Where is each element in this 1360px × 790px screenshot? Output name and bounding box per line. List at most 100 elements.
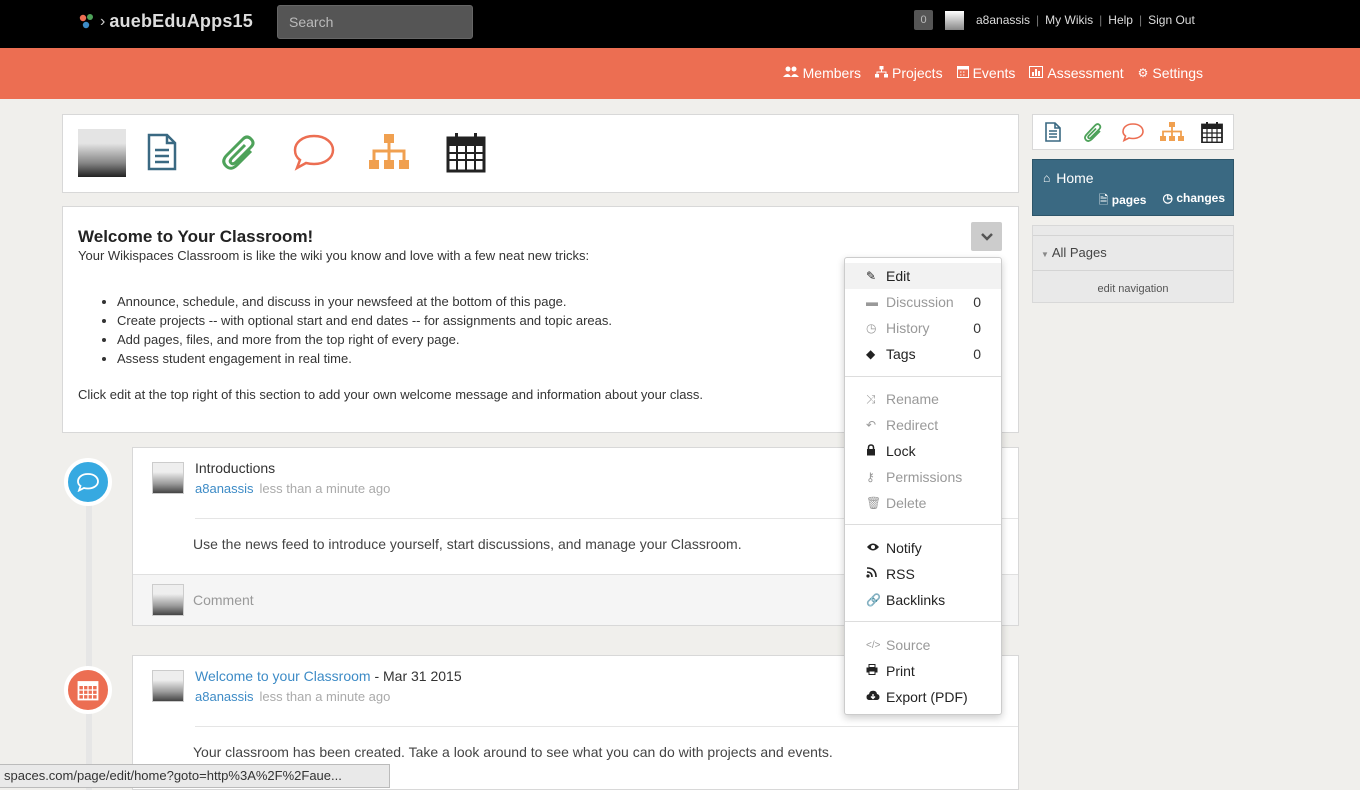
separator: | bbox=[1036, 13, 1040, 27]
feed-title[interactable]: Introductions bbox=[195, 460, 275, 476]
nav-assessment[interactable]: Assessment bbox=[1029, 65, 1124, 81]
brand[interactable]: › auebEduApps15 bbox=[78, 11, 253, 32]
menu-item-label: Delete bbox=[886, 495, 927, 511]
username-link[interactable]: a8anassis bbox=[976, 13, 1030, 27]
menu-item-export-pdf[interactable]: Export (PDF) bbox=[845, 684, 1001, 710]
paperclip-icon[interactable] bbox=[1083, 122, 1103, 145]
discussion-feed-icon bbox=[64, 458, 112, 506]
page-icon: 🗎 bbox=[1098, 193, 1109, 207]
avatar bbox=[152, 584, 184, 616]
events-icon bbox=[956, 65, 969, 81]
pages-label: pages bbox=[1111, 193, 1147, 207]
avatar[interactable] bbox=[945, 10, 964, 30]
feed-title: Welcome to your Classroom - Mar 31 2015 bbox=[195, 668, 462, 684]
pages-link[interactable]: 🗎 pages bbox=[1099, 191, 1147, 212]
nav-projects[interactable]: Projects bbox=[875, 65, 943, 81]
nav-settings[interactable]: ⚙ Settings bbox=[1138, 65, 1203, 81]
all-pages-toggle[interactable]: ▼ All Pages bbox=[1033, 235, 1233, 271]
feed-user-link[interactable]: a8anassis bbox=[195, 689, 254, 704]
calendar-icon[interactable] bbox=[1201, 122, 1223, 146]
menu-item-backlinks[interactable]: 🔗 Backlinks bbox=[845, 587, 1001, 613]
nav-events[interactable]: Events bbox=[956, 65, 1016, 81]
my-wikis-link[interactable]: My Wikis bbox=[1045, 13, 1093, 27]
quick-add-panel bbox=[62, 114, 1019, 193]
edit-navigation-link[interactable]: edit navigation bbox=[1033, 283, 1233, 295]
sitemap-icon[interactable] bbox=[1160, 122, 1184, 145]
menu-item-lock[interactable]: Lock bbox=[845, 438, 1001, 464]
search-input[interactable] bbox=[277, 5, 473, 39]
changes-link[interactable]: ◷ changes bbox=[1162, 191, 1225, 212]
speech-bubble-icon[interactable] bbox=[1121, 122, 1145, 145]
divider bbox=[845, 621, 1001, 622]
nav-events-label: Events bbox=[972, 65, 1016, 81]
all-pages-label: All Pages bbox=[1051, 245, 1107, 260]
welcome-intro: Your Wikispaces Classroom is like the wi… bbox=[78, 248, 590, 263]
menu-item-label: Print bbox=[886, 663, 915, 679]
home-icon: ⌂ bbox=[1043, 171, 1051, 185]
sidebar-navigation: ▼ All Pages edit navigation bbox=[1032, 225, 1234, 303]
sidebar-quick-add bbox=[1032, 114, 1234, 150]
paperclip-icon[interactable] bbox=[221, 133, 257, 176]
comments-icon: ▬ bbox=[866, 295, 878, 309]
page-icon[interactable] bbox=[1045, 122, 1061, 145]
shuffle-icon: ⤨ bbox=[866, 391, 876, 406]
notification-count[interactable]: 0 bbox=[914, 10, 933, 30]
eye-icon bbox=[866, 541, 886, 555]
avatar[interactable] bbox=[152, 462, 184, 494]
menu-item-rss[interactable]: RSS bbox=[845, 561, 1001, 587]
sidebar-home-link[interactable]: ⌂ Home bbox=[1043, 170, 1094, 186]
wikispaces-logo-icon bbox=[79, 13, 93, 28]
page-actions-menu: ✎ Edit ▬ Discussion 0 ◷ History 0 ◆ Tags 0 ⤨ Ren… bbox=[844, 257, 1002, 715]
menu-item-label: Permissions bbox=[886, 469, 963, 485]
menu-item-delete[interactable]: 🗑 Delete bbox=[845, 490, 1001, 516]
divider bbox=[195, 726, 1018, 727]
comment-input[interactable]: Comment bbox=[193, 592, 254, 608]
sidebar-home-box: ⌂ Home 🗎 pages ◷ changes bbox=[1032, 159, 1234, 216]
menu-item-label: Edit bbox=[886, 268, 911, 284]
calendar-icon[interactable] bbox=[446, 133, 486, 176]
menu-item-notify[interactable]: Notify bbox=[845, 535, 1001, 561]
members-icon bbox=[782, 66, 799, 81]
menu-item-print[interactable]: Print bbox=[845, 658, 1001, 684]
rss-icon bbox=[866, 567, 886, 581]
pencil-icon: ✎ bbox=[866, 269, 877, 283]
speech-bubble-icon[interactable] bbox=[292, 133, 336, 174]
settings-icon: ⚙ bbox=[1137, 66, 1149, 80]
welcome-title: Welcome to Your Classroom! bbox=[78, 227, 314, 246]
menu-item-history[interactable]: ◷ History 0 bbox=[845, 315, 1001, 341]
menu-item-tags[interactable]: ◆ Tags 0 bbox=[845, 341, 1001, 367]
menu-item-label: RSS bbox=[886, 566, 915, 582]
menu-item-rename[interactable]: ⤨ Rename bbox=[845, 386, 1001, 412]
menu-item-label: Export (PDF) bbox=[886, 689, 968, 705]
sign-out-link[interactable]: Sign Out bbox=[1148, 13, 1195, 27]
sitemap-icon[interactable] bbox=[368, 133, 410, 174]
nav-members-label: Members bbox=[802, 65, 861, 81]
divider bbox=[845, 524, 1001, 525]
page-icon[interactable] bbox=[147, 133, 177, 174]
event-link[interactable]: Welcome to your Classroom bbox=[195, 668, 371, 684]
clock-icon: ◷ bbox=[1162, 191, 1173, 205]
wiki-thumbnail[interactable] bbox=[78, 129, 126, 177]
menu-item-edit[interactable]: ✎ Edit bbox=[845, 263, 1001, 289]
trash-icon: 🗑 bbox=[866, 496, 882, 510]
section-menu-button[interactable] bbox=[971, 222, 1002, 251]
menu-item-source[interactable]: </> Source bbox=[845, 632, 1001, 658]
event-date: - Mar 31 2015 bbox=[370, 668, 462, 684]
menu-item-discussion[interactable]: ▬ Discussion 0 bbox=[845, 289, 1001, 315]
separator: | bbox=[1099, 13, 1103, 27]
list-item: Create projects -- with optional start a… bbox=[117, 311, 612, 330]
help-link[interactable]: Help bbox=[1108, 13, 1133, 27]
feed-user-link[interactable]: a8anassis bbox=[195, 481, 254, 496]
browser-status-bar: spaces.com/page/edit/home?goto=http%3A%2… bbox=[0, 764, 390, 788]
assessment-icon bbox=[1029, 65, 1044, 81]
avatar[interactable] bbox=[152, 670, 184, 702]
menu-item-permissions[interactable]: ⚷ Permissions bbox=[845, 464, 1001, 490]
history-count: 0 bbox=[973, 320, 981, 336]
menu-item-label: Source bbox=[886, 637, 931, 653]
nav-members[interactable]: Members bbox=[782, 65, 861, 81]
feed-meta: a8anassis less than a minute ago bbox=[195, 481, 390, 496]
link-icon: 🔗 bbox=[866, 593, 881, 607]
menu-item-redirect[interactable]: ↶ Redirect bbox=[845, 412, 1001, 438]
wiki-name[interactable]: auebEduApps15 bbox=[109, 11, 253, 32]
welcome-list: Announce, schedule, and discuss in your … bbox=[117, 292, 612, 368]
